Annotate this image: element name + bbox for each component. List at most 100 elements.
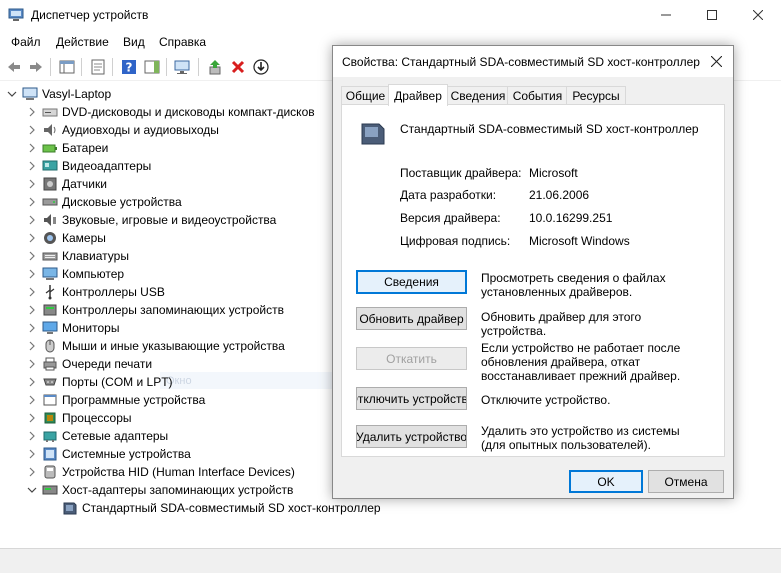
- menu-file[interactable]: Файл: [11, 35, 41, 49]
- tree-category[interactable]: Сетевые адаптеры: [26, 427, 168, 445]
- action-pane-button[interactable]: [142, 57, 162, 77]
- tree-category[interactable]: Системные устройства: [26, 445, 191, 463]
- chevron-right-icon[interactable]: [26, 178, 38, 190]
- chevron-right-icon[interactable]: [26, 466, 38, 478]
- tree-root[interactable]: Vasyl-Laptop: [6, 85, 111, 103]
- tree-category[interactable]: Звуковые, игровые и видеоустройства: [26, 211, 276, 229]
- tree-category[interactable]: Батареи: [26, 139, 108, 157]
- tree-category[interactable]: Мониторы: [26, 319, 119, 337]
- dialog-close-button[interactable]: [699, 46, 733, 77]
- chevron-right-icon[interactable]: [26, 430, 38, 442]
- chevron-right-icon[interactable]: [26, 160, 38, 172]
- tab-resources[interactable]: Ресурсы: [566, 86, 626, 105]
- help-icon: ?: [122, 60, 136, 75]
- chevron-right-icon[interactable]: [26, 412, 38, 424]
- tree-category-label: Звуковые, игровые и видеоустройства: [62, 213, 277, 227]
- forward-button[interactable]: [26, 57, 46, 77]
- chevron-right-icon[interactable]: [26, 394, 38, 406]
- properties-icon: [91, 59, 105, 75]
- close-window-button[interactable]: [735, 0, 781, 30]
- tree-category[interactable]: Компьютер: [26, 265, 124, 283]
- chevron-right-icon[interactable]: [26, 232, 38, 244]
- tree-category[interactable]: Мыши и иные указывающие устройства: [26, 337, 285, 355]
- chevron-right-icon[interactable]: [26, 106, 38, 118]
- tree-category[interactable]: Дисковые устройства: [26, 193, 182, 211]
- update-driver-button[interactable]: Обновить драйвер: [356, 307, 467, 330]
- uninstall-device-button[interactable]: Удалить устройство: [356, 425, 467, 448]
- tree-category[interactable]: Контроллеры USB: [26, 283, 165, 301]
- window-title: Диспетчер устройств: [31, 8, 149, 22]
- tree-category[interactable]: Видеоадаптеры: [26, 157, 151, 175]
- tree-category[interactable]: Камеры: [26, 229, 106, 247]
- chevron-right-icon[interactable]: [26, 448, 38, 460]
- tree-category[interactable]: DVD-дисководы и дисководы компакт-дисков: [26, 103, 315, 121]
- tree-category-label: Батареи: [62, 141, 109, 155]
- driver-details-button[interactable]: Сведения: [356, 270, 467, 294]
- chevron-right-icon[interactable]: [26, 340, 38, 352]
- tree-category[interactable]: Аудиовходы и аудиовыходы: [26, 121, 219, 139]
- chevron-right-icon[interactable]: [26, 358, 38, 370]
- tree-category[interactable]: Датчики: [26, 175, 107, 193]
- help-button[interactable]: ?: [119, 57, 139, 77]
- computer-icon: [22, 86, 38, 102]
- disable-device-button[interactable]: Отключить устройство: [356, 387, 467, 410]
- tree-child-sd-host[interactable]: Стандартный SDA-совместимый SD хост-конт…: [62, 499, 381, 517]
- menu-action[interactable]: Действие: [56, 35, 109, 49]
- tree-category[interactable]: Устройства HID (Human Interface Devices): [26, 463, 295, 481]
- tab-events[interactable]: События: [507, 86, 568, 105]
- driver-date-value: 21.06.2006: [529, 188, 590, 202]
- maximize-button[interactable]: [689, 0, 735, 30]
- scan-hardware-button[interactable]: [173, 57, 193, 77]
- tree-category[interactable]: Порты (COM и LPT): [26, 373, 173, 391]
- tree-category[interactable]: Клавиатуры: [26, 247, 129, 265]
- chevron-right-icon[interactable]: [26, 322, 38, 334]
- tree-category-label: Контроллеры запоминающих устройств: [62, 303, 284, 317]
- tree-root-label: Vasyl-Laptop: [42, 87, 112, 101]
- tree-category-label: Компьютер: [62, 267, 125, 281]
- minimize-icon: [661, 14, 671, 16]
- chevron-down-icon[interactable]: [6, 88, 18, 100]
- system-device-icon: [42, 446, 58, 462]
- device-manager-icon: [8, 8, 24, 21]
- menu-view[interactable]: Вид: [123, 35, 145, 49]
- tree-category[interactable]: Процессоры: [26, 409, 132, 427]
- chevron-right-icon[interactable]: [26, 214, 38, 226]
- maximize-icon: [707, 10, 717, 20]
- chevron-right-icon[interactable]: [26, 304, 38, 316]
- toolbar-separator: [50, 58, 51, 76]
- tab-details[interactable]: Сведения: [447, 86, 509, 105]
- show-hide-console-tree-button[interactable]: [57, 57, 77, 77]
- tree-category[interactable]: Программные устройства: [26, 391, 205, 409]
- chevron-right-icon[interactable]: [26, 142, 38, 154]
- tree-category[interactable]: Очереди печати: [26, 355, 152, 373]
- driver-tab-panel: Стандартный SDA-совместимый SD хост-конт…: [341, 104, 725, 457]
- back-button[interactable]: [4, 57, 24, 77]
- driver-date-label: Дата разработки:: [400, 188, 497, 202]
- chevron-right-icon[interactable]: [26, 124, 38, 136]
- chevron-right-icon[interactable]: [26, 250, 38, 262]
- cancel-button[interactable]: Отмена: [648, 470, 724, 493]
- chevron-right-icon[interactable]: [26, 286, 38, 298]
- menu-help[interactable]: Справка: [159, 35, 206, 49]
- ok-button[interactable]: OK: [569, 470, 643, 493]
- processor-icon: [42, 410, 58, 426]
- chevron-right-icon[interactable]: [26, 376, 38, 388]
- roll-back-driver-desc: Если устройство не работает после обновл…: [481, 341, 681, 383]
- tab-driver[interactable]: Драйвер: [388, 84, 448, 106]
- chevron-down-icon[interactable]: [26, 484, 38, 496]
- minimize-button[interactable]: [643, 0, 689, 30]
- uninstall-device-button[interactable]: [228, 57, 248, 77]
- scan-hardware-icon: [174, 60, 190, 74]
- console-tree-icon: [59, 60, 75, 74]
- tab-general[interactable]: Общие: [341, 86, 390, 105]
- properties-button[interactable]: [88, 57, 108, 77]
- disable-device-button[interactable]: [251, 57, 271, 77]
- tree-category[interactable]: Хост-адаптеры запоминающих устройств: [26, 481, 293, 499]
- tree-category-label: Контроллеры USB: [62, 285, 165, 299]
- driver-details-desc: Просмотреть сведения о файлах установлен…: [481, 271, 666, 299]
- update-driver-button[interactable]: [205, 57, 225, 77]
- chevron-right-icon[interactable]: [26, 196, 38, 208]
- chevron-right-icon[interactable]: [26, 268, 38, 280]
- tree-category[interactable]: Контроллеры запоминающих устройств: [26, 301, 284, 319]
- roll-back-driver-button[interactable]: Откатить: [356, 347, 467, 370]
